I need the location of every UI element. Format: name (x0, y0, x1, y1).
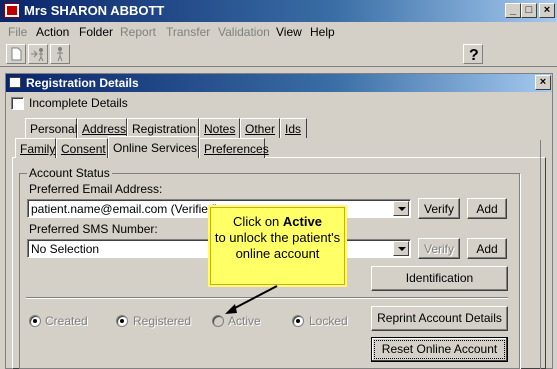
account-status-label: Account Status (27, 166, 112, 180)
email-value: patient.name@email.com (Verified) (31, 202, 219, 216)
callout-arrow-icon (225, 285, 278, 314)
identification-button[interactable]: Identification (371, 266, 508, 291)
tab-label: Family (20, 142, 56, 156)
status-locked-label: Locked (309, 314, 348, 328)
menu-file[interactable]: File (8, 25, 27, 39)
toolbar: ? (0, 41, 557, 67)
status-registered-radio[interactable] (116, 315, 128, 327)
menu-action[interactable]: Action (36, 25, 69, 39)
transfer-person-button[interactable] (28, 44, 48, 64)
window-title: Mrs SHARON ABBOTT (24, 3, 165, 18)
tab-label: Address (82, 122, 127, 136)
person-arrow-icon (31, 48, 44, 62)
menu-view[interactable]: View (276, 25, 302, 39)
status-created-label: Created (45, 314, 88, 328)
window-titlebar[interactable]: Mrs SHARON ABBOTT _ □ × (0, 0, 557, 22)
svg-text:?: ? (469, 47, 479, 63)
tab-label: Ids (285, 122, 302, 136)
tab-label: Registration (132, 122, 197, 136)
tab-label: Personal (30, 122, 78, 136)
close-button[interactable]: × (539, 3, 555, 18)
callout-text-pre: Click on (233, 214, 280, 229)
tab-label: Consent (61, 142, 106, 156)
help-question-icon: ? (469, 47, 479, 64)
tab-label: Preferences (204, 142, 269, 156)
tab-notes[interactable]: Notes (199, 118, 240, 138)
tab-preferences[interactable]: Preferences (199, 138, 269, 158)
panel-title: Registration Details (26, 76, 139, 90)
tab-registration[interactable]: Registration (127, 118, 199, 138)
tab-personal[interactable]: Personal (25, 118, 77, 138)
tab-consent[interactable]: Consent (56, 138, 108, 158)
verify-sms-button[interactable]: Verify (418, 238, 460, 259)
incomplete-details-label: Incomplete Details (29, 96, 128, 110)
verify-email-button[interactable]: Verify (418, 198, 460, 219)
instruction-callout: Click on Active to unlock the patient's … (210, 207, 345, 285)
callout-text-bold: Active (282, 214, 322, 229)
tab-online-services[interactable]: Online Services (108, 136, 199, 158)
add-email-button[interactable]: Add (467, 198, 507, 219)
minimize-button[interactable]: _ (505, 3, 521, 18)
tab-label: Notes (204, 122, 236, 136)
app-icon (4, 3, 20, 18)
menu-help[interactable]: Help (310, 25, 335, 39)
sms-value: No Selection (31, 242, 100, 256)
new-document-icon (11, 47, 22, 61)
tab-frame-edge (540, 140, 546, 369)
tab-family[interactable]: Family (15, 138, 56, 158)
tab-label: Other (245, 122, 276, 136)
person-button[interactable] (50, 44, 70, 64)
panel-close-button[interactable]: × (535, 75, 551, 90)
tab-other[interactable]: Other (240, 118, 280, 138)
callout-text-post: to unlock the patient's online account (214, 230, 341, 261)
registration-details-titlebar: Registration Details (6, 74, 552, 92)
add-sms-button[interactable]: Add (467, 238, 507, 259)
sms-label: Preferred SMS Number: (29, 222, 158, 236)
email-label: Preferred Email Address: (29, 182, 163, 196)
chevron-down-icon[interactable] (393, 241, 409, 256)
tab-ids[interactable]: Ids (280, 118, 307, 138)
tab-label: Online Services (113, 141, 198, 155)
person-icon (57, 47, 63, 62)
reprint-account-details-button[interactable]: Reprint Account Details (371, 306, 508, 331)
menu-bar: File Action Folder Report Transfer Valid… (0, 22, 557, 41)
status-locked-radio[interactable] (292, 315, 304, 327)
status-registered-label: Registered (133, 314, 192, 328)
menu-folder[interactable]: Folder (79, 25, 113, 39)
tab-address[interactable]: Address (77, 118, 127, 138)
new-document-button[interactable] (6, 44, 26, 64)
menu-validation[interactable]: Validation (218, 25, 270, 39)
panel-icon (9, 77, 21, 88)
maximize-button[interactable]: □ (521, 3, 537, 18)
menu-report[interactable]: Report (120, 25, 156, 39)
menu-transfer[interactable]: Transfer (166, 25, 210, 39)
help-button[interactable]: ? (463, 44, 483, 64)
chevron-down-icon[interactable] (393, 201, 409, 216)
incomplete-details-checkbox[interactable] (11, 97, 24, 110)
reset-online-account-button[interactable]: Reset Online Account (371, 337, 508, 362)
status-created-radio[interactable] (29, 315, 41, 327)
